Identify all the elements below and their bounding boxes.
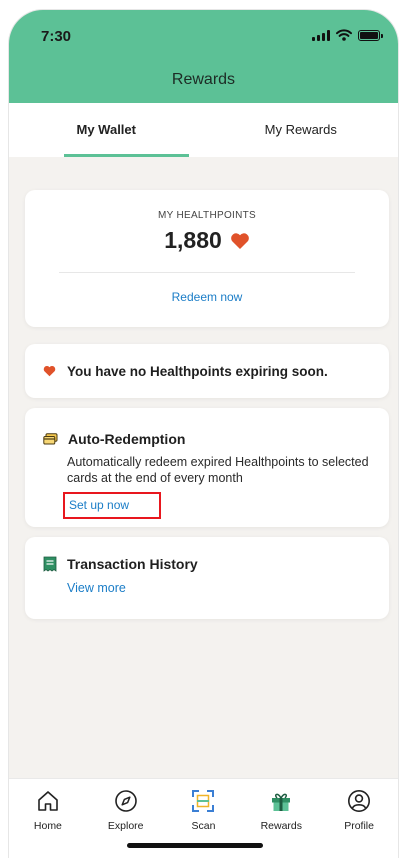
status-time: 7:30 (41, 28, 72, 45)
expiry-notice-card: You have no Healthpoints expiring soon. (25, 344, 389, 398)
profile-icon (348, 790, 371, 812)
transaction-history-card: Transaction History View more (25, 537, 389, 619)
nav-profile-label: Profile (344, 820, 374, 832)
divider (59, 272, 355, 273)
nav-rewards-label: Rewards (260, 820, 302, 832)
wifi-icon (336, 29, 352, 41)
battery-icon (358, 29, 383, 41)
healthpoints-label: MY HEALTHPOINTS (157, 210, 257, 221)
nav-profile[interactable]: Profile (320, 779, 398, 858)
tab-bar: My Wallet My Rewards (9, 103, 398, 157)
signal-icon (312, 29, 330, 41)
nav-scan-label: Scan (191, 820, 216, 832)
nav-home-label: Home (33, 820, 62, 832)
auto-redemption-header: Auto-Redemption (43, 431, 389, 447)
redeem-now-link[interactable]: Redeem now (172, 290, 243, 304)
phone-screen: 7:30 Rewards My Wallet My Rewards MY HEA… (9, 10, 398, 858)
compass-icon (114, 790, 137, 812)
view-more-link[interactable]: View more (67, 581, 389, 595)
nav-home[interactable]: Home (9, 779, 87, 858)
transaction-history-header: Transaction History (43, 556, 389, 572)
set-up-now-link[interactable]: Set up now (63, 492, 161, 519)
home-icon (38, 791, 58, 811)
tab-my-wallet[interactable]: My Wallet (9, 103, 204, 157)
scan-icon (192, 790, 215, 812)
gift-icon (272, 793, 291, 811)
expiry-message: You have no Healthpoints expiring soon. (67, 363, 328, 379)
auto-redemption-card: Auto-Redemption Automatically redeem exp… (25, 408, 389, 527)
status-icons (312, 29, 383, 41)
home-indicator[interactable] (127, 843, 263, 848)
receipt-icon (43, 556, 57, 572)
nav-explore-label: Explore (107, 820, 144, 832)
card-icon (43, 432, 58, 444)
transaction-history-title: Transaction History (67, 556, 198, 572)
auto-redemption-description: Automatically redeem expired Healthpoint… (67, 455, 369, 485)
active-tab-indicator (64, 154, 189, 157)
page-title: Rewards (171, 71, 236, 88)
healthpoints-balance: 1,880 (25, 227, 389, 254)
auto-redemption-title: Auto-Redemption (68, 431, 186, 447)
app-header: 7:30 Rewards (9, 10, 398, 103)
heart-icon (230, 232, 249, 249)
healthpoints-card: MY HEALTHPOINTS 1,880 Redeem now (25, 190, 389, 327)
heart-icon (43, 365, 56, 377)
tab-my-rewards[interactable]: My Rewards (204, 103, 399, 157)
healthpoints-value: 1,880 (164, 227, 222, 253)
